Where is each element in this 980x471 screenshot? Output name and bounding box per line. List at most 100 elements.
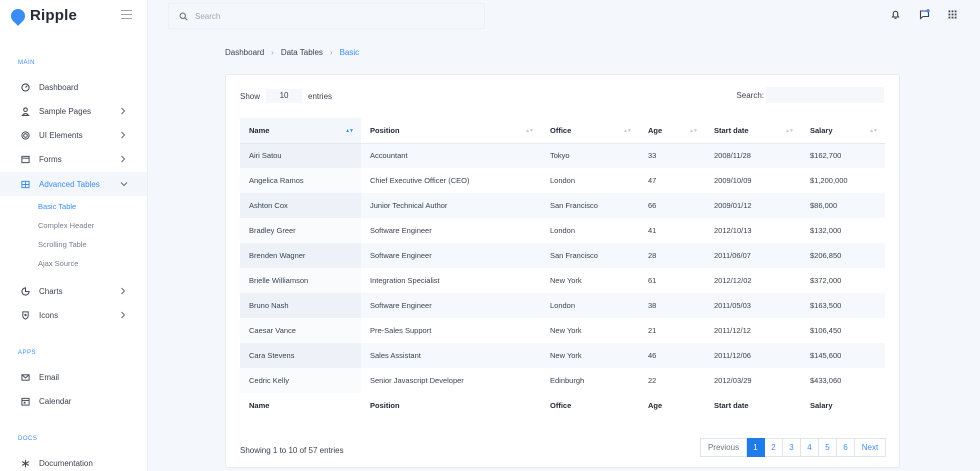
cell-name: Cedric Kelly (240, 368, 361, 393)
column-header-position[interactable]: Position ▲▼ (361, 118, 541, 144)
cell-name: Ashton Cox (240, 193, 361, 218)
sidebar-item-forms[interactable]: Forms (0, 147, 147, 171)
column-footer-name: Name (249, 400, 270, 410)
column-footer-position: Position (370, 400, 400, 410)
sidebar-item-ui-elements[interactable]: UI Elements (0, 123, 147, 147)
cell-start-date: 2011/06/07 (705, 243, 801, 268)
pagination-next-button[interactable]: Next (855, 438, 886, 457)
sidebar-item-dashboard[interactable]: Dashboard (0, 75, 147, 99)
cell-salary: $206,850 (801, 243, 885, 268)
cell-start-date: 2009/10/09 (714, 176, 752, 185)
column-header-name[interactable]: Name ▲▼ (240, 118, 361, 144)
menu-toggle-icon[interactable] (121, 10, 132, 19)
form-icon (20, 154, 30, 164)
sidebar-item-label: Sample Pages (39, 106, 92, 116)
sidebar-item-documentation[interactable]: Documentation (0, 451, 147, 471)
user-icon (20, 106, 30, 116)
column-header-salary[interactable]: Salary ▲▼ (801, 118, 885, 144)
cell-start-date: 2012/10/13 (714, 226, 752, 235)
cell-position: Software Engineer (361, 293, 541, 318)
cell-office: New York (550, 276, 582, 285)
cell-name: Bruno Nash (240, 293, 361, 318)
chart-icon (20, 286, 30, 296)
brand[interactable]: Ripple (8, 5, 77, 26)
ripple-logo-icon (8, 5, 28, 26)
cell-salary: $1,200,000 (810, 176, 848, 185)
sort-icon: ▲▼ (525, 128, 534, 134)
cell-start-date: 2008/11/28 (705, 143, 801, 168)
cell-salary: $132,000 (810, 226, 842, 235)
entries-label: entries (308, 91, 333, 101)
pagination-page-5[interactable]: 5 (819, 438, 837, 457)
sort-icon: ▲▼ (623, 128, 632, 134)
global-search[interactable] (168, 3, 485, 29)
apps-grid-icon[interactable] (947, 9, 958, 20)
column-footer-office: Office (550, 400, 572, 410)
table-search-input[interactable] (766, 87, 884, 103)
cell-position: Sales Assistant (361, 343, 541, 368)
cell-age: 46 (639, 343, 705, 368)
pagination: Previous 1 2 3 4 5 6 Next (700, 438, 886, 457)
cell-start-date: 2011/05/03 (705, 293, 801, 318)
cell-name: Angelica Ramos (240, 168, 361, 193)
table-row: Brenden Wagner Software Engineer San Franc… (240, 243, 885, 268)
breadcrumb-dashboard[interactable]: Dashboard (225, 48, 264, 57)
sort-icon: ▲▼ (785, 128, 794, 134)
table-icon (20, 179, 30, 189)
sidebar-subitem-scrolling-table[interactable]: Scrolling Table (38, 240, 87, 249)
cell-salary: $163,500 (801, 293, 885, 318)
pagination-page-2[interactable]: 2 (765, 438, 783, 457)
cell-age: 33 (639, 143, 705, 168)
sidebar-item-label: UI Elements (39, 130, 83, 140)
entries-select[interactable]: 10 (266, 89, 303, 103)
sidebar-item-sample-pages[interactable]: Sample Pages (0, 99, 147, 123)
column-footer-start-date: Start date (714, 400, 749, 410)
column-header-age[interactable]: Age ▲▼ (639, 118, 705, 144)
column-header-label: Position (370, 125, 400, 135)
chevron-right-icon (121, 107, 126, 115)
cell-age: 38 (639, 293, 705, 318)
column-header-label: Office (550, 125, 572, 135)
cell-salary: $106,450 (810, 326, 842, 335)
cell-name: Brenden Wagner (240, 243, 361, 268)
pagination-page-1[interactable]: 1 (747, 438, 765, 457)
sidebar-subitem-ajax-source[interactable]: Ajax Source (38, 259, 78, 268)
column-header-office[interactable]: Office ▲▼ (541, 118, 639, 144)
lifebuoy-icon (20, 310, 30, 320)
bell-icon[interactable] (890, 9, 901, 20)
sidebar-item-icons[interactable]: Icons (0, 303, 147, 327)
pagination-page-6[interactable]: 6 (837, 438, 855, 457)
column-footer-age: Age (648, 400, 663, 410)
section-label-docs: DOCS (18, 436, 38, 442)
cell-position: Junior Technical Author (361, 193, 541, 218)
sidebar-subitem-complex-header[interactable]: Complex Header (38, 221, 94, 230)
cell-age: 61 (648, 276, 657, 285)
cell-age: 41 (648, 226, 657, 235)
column-header-start-date[interactable]: Start date ▲▼ (705, 118, 801, 144)
column-footer-salary: Salary (810, 400, 833, 410)
sidebar-item-label: Documentation (39, 458, 93, 468)
sidebar-item-email[interactable]: Email (0, 365, 147, 389)
sidebar-item-calendar[interactable]: Calendar (0, 389, 147, 413)
data-table: Name ▲▼ Position ▲▼ Office ▲▼ Age ▲▼ Start d… (240, 118, 885, 417)
cell-salary: $162,700 (801, 143, 885, 168)
cell-name: Airi Satou (240, 143, 361, 168)
cell-office: San Francisco (541, 193, 639, 218)
pagination-page-4[interactable]: 4 (801, 438, 819, 457)
mail-icon (20, 372, 30, 382)
global-search-input[interactable] (195, 11, 475, 21)
cell-position: Chief Executive Officer (CEO) (370, 176, 470, 185)
sidebar-item-advanced-tables[interactable]: Advanced Tables (0, 172, 147, 196)
pagination-page-3[interactable]: 3 (783, 438, 801, 457)
cell-office: London (550, 176, 576, 185)
breadcrumb-data-tables[interactable]: Data Tables (281, 48, 323, 57)
pagination-previous-button[interactable]: Previous (700, 438, 747, 457)
section-label-apps: APPS (18, 350, 37, 356)
table-info: Showing 1 to 10 of 57 entries (240, 446, 344, 455)
sidebar-item-label: Forms (39, 154, 62, 164)
sidebar-subitem-basic-table[interactable]: Basic Table (38, 202, 76, 211)
dashboard-icon (20, 82, 30, 92)
message-icon[interactable] (919, 9, 930, 20)
sidebar-item-charts[interactable]: Charts (0, 279, 147, 303)
column-header-label: Salary (810, 125, 833, 135)
